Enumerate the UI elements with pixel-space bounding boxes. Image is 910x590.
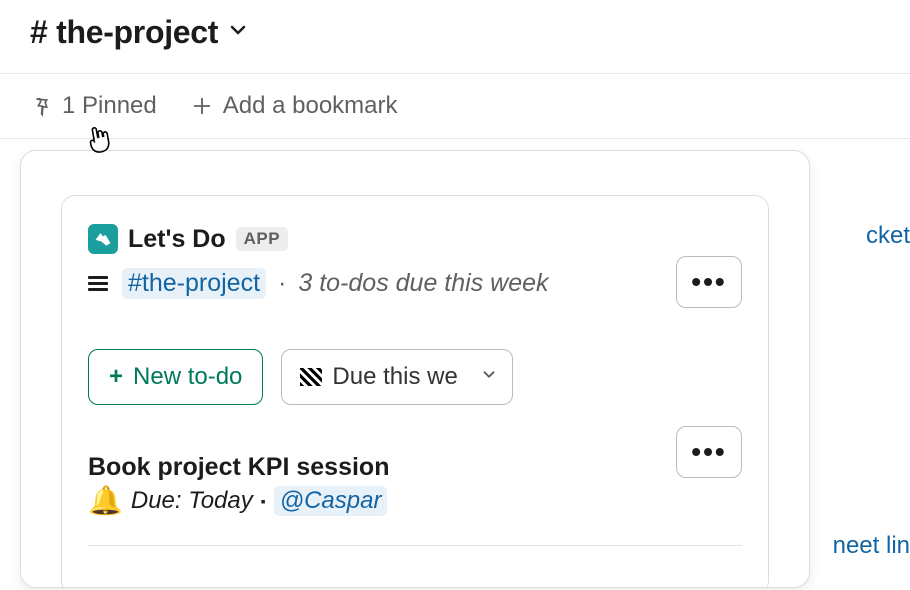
- pinned-card: Let's Do APP #the-project · 3 to-dos due…: [61, 195, 769, 588]
- lets-do-app-icon: [88, 224, 118, 254]
- channel-name-label: # the-project: [30, 14, 218, 51]
- chevron-down-icon: [480, 365, 498, 389]
- background-link-2[interactable]: neet lin: [833, 532, 910, 560]
- add-bookmark-label: Add a bookmark: [223, 92, 398, 120]
- separator-dot: ·: [278, 269, 286, 298]
- pinned-label: 1 Pinned: [62, 92, 157, 120]
- bell-icon: 🔔: [88, 484, 123, 517]
- summary-text: 3 to-dos due this week: [298, 269, 548, 298]
- app-badge: APP: [236, 227, 288, 251]
- card-more-button[interactable]: •••: [676, 256, 742, 308]
- add-bookmark-button[interactable]: Add a bookmark: [191, 92, 398, 120]
- new-todo-label: New to-do: [133, 363, 242, 391]
- pin-icon: [30, 95, 52, 117]
- new-todo-button[interactable]: + New to-do: [88, 349, 263, 405]
- plus-icon: [191, 95, 213, 117]
- todo-due-label: Due: Today: [131, 487, 253, 515]
- separator-square: ▪: [261, 493, 266, 509]
- channel-toolbar: 1 Pinned Add a bookmark: [0, 73, 910, 139]
- todo-title: Book project KPI session: [88, 453, 742, 482]
- card-divider: [88, 545, 742, 546]
- channel-name-button[interactable]: # the-project: [30, 14, 248, 51]
- pinned-popup: Let's Do APP #the-project · 3 to-dos due…: [20, 150, 810, 588]
- pinned-button[interactable]: 1 Pinned: [30, 92, 157, 120]
- app-name-label: Let's Do: [128, 225, 226, 254]
- todo-more-button[interactable]: •••: [676, 426, 742, 478]
- todo-assignee-mention[interactable]: @Caspar: [274, 486, 388, 516]
- plus-icon: +: [109, 363, 123, 391]
- background-link-1[interactable]: cket: [866, 222, 910, 250]
- due-filter-label: Due this we: [332, 363, 460, 391]
- list-icon: [88, 276, 108, 291]
- chevron-down-icon: [228, 20, 248, 46]
- checkered-flag-icon: [300, 368, 322, 386]
- due-filter-select[interactable]: Due this we: [281, 349, 513, 405]
- channel-link[interactable]: #the-project: [122, 268, 266, 299]
